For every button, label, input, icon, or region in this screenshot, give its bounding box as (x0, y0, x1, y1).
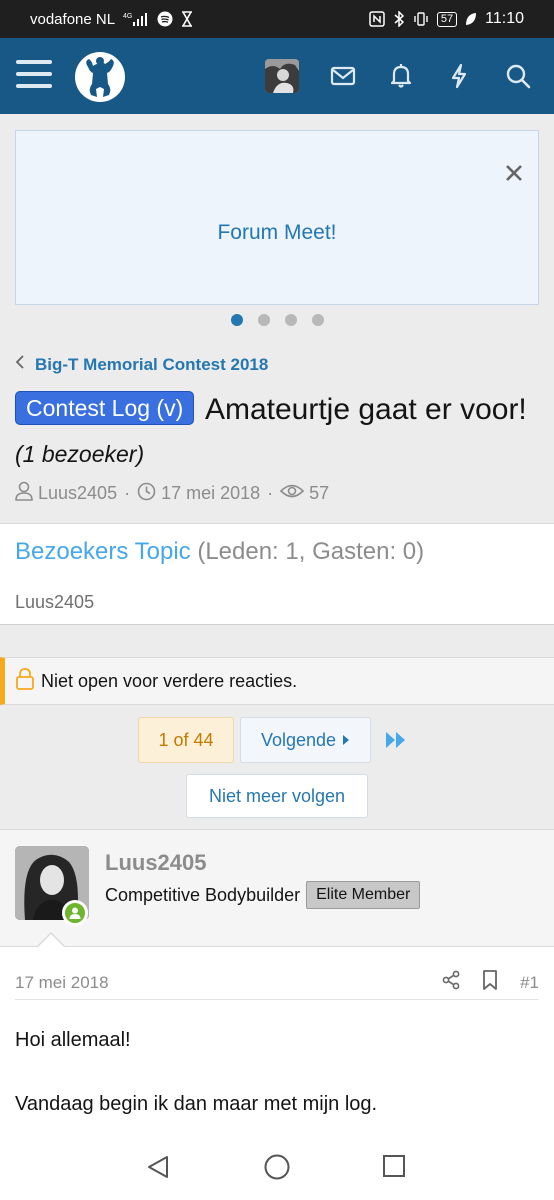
visitor-user[interactable]: Luus2405 (15, 592, 94, 613)
carousel-dot-1[interactable] (230, 314, 243, 326)
system-nav-bar (0, 1134, 554, 1200)
locked-notice: Niet open voor verdere reacties. (0, 657, 554, 705)
breadcrumb: Big-T Memorial Contest 2018 (15, 354, 268, 375)
carousel-dot-4[interactable] (311, 314, 324, 326)
spotify-icon (157, 11, 173, 27)
breadcrumb-link[interactable]: Big-T Memorial Contest 2018 (35, 355, 268, 375)
page-selector[interactable]: 1 of 44 (138, 717, 234, 763)
back-icon[interactable] (145, 1154, 171, 1180)
site-logo[interactable] (74, 51, 126, 103)
envelope-icon[interactable] (326, 59, 360, 93)
nfc-icon (369, 11, 385, 27)
leaf-icon (465, 12, 477, 26)
chevron-left-icon[interactable] (15, 354, 25, 375)
carousel-dots (0, 314, 554, 326)
next-page-button[interactable]: Volgende (240, 717, 371, 763)
bookmark-icon[interactable] (482, 970, 498, 995)
share-icon[interactable] (442, 970, 460, 995)
post-paragraph: Hoi allemaal! (15, 1029, 131, 1051)
visitors-topic-card: Bezoekers Topic (Leden: 1, Gasten: 0) Lu… (0, 523, 554, 625)
thread-author[interactable]: Luus2405 (38, 483, 117, 504)
app-header (0, 38, 554, 114)
carousel-dot-3[interactable] (284, 314, 297, 326)
unfollow-button[interactable]: Niet meer volgen (186, 774, 368, 818)
post-username[interactable]: Luus2405 (105, 850, 207, 876)
eye-icon (280, 483, 305, 504)
post-user-title-row: Competitive Bodybuilder Elite Member (105, 881, 421, 909)
signal-icon: 4G (123, 11, 149, 27)
post-pointer (38, 934, 64, 947)
carousel-dot-2[interactable] (257, 314, 270, 326)
pagination: 1 of 44 Volgende (0, 717, 554, 763)
close-icon[interactable] (504, 163, 524, 183)
notice-banner[interactable]: Forum Meet! (15, 130, 539, 305)
carrier-label: vodafone NL (30, 10, 116, 28)
clock-icon (137, 482, 156, 506)
visitors-topic-link[interactable]: Bezoekers Topic (15, 538, 191, 565)
member-badge: Elite Member (306, 881, 421, 909)
thread-title-text: Amateurtje gaat er voor! (204, 393, 527, 426)
post-user-title: Competitive Bodybuilder (105, 884, 301, 905)
visitors-topic-heading: Bezoekers Topic (Leden: 1, Gasten: 0) (15, 538, 424, 566)
vibrate-icon (413, 11, 429, 27)
post-user-header: Luus2405 Competitive Bodybuilder Elite M… (0, 830, 554, 947)
notice-text[interactable]: Forum Meet! (16, 221, 538, 245)
thread-meta: Luus2405 · 17 mei 2018 · 57 (15, 481, 329, 506)
lock-icon (15, 667, 35, 695)
thread-visitors: (1 bezoeker) (15, 441, 145, 467)
home-icon[interactable] (264, 1154, 290, 1180)
post-paragraph: Vandaag begin ik dan maar met mijn log. (15, 1093, 378, 1115)
thread-title: Contest Log (v) Amateurtje gaat er voor!… (15, 388, 539, 476)
user-avatar[interactable] (265, 59, 299, 93)
bell-icon[interactable] (384, 59, 418, 93)
last-page-icon[interactable] (384, 730, 408, 750)
thread-views: 57 (309, 483, 330, 503)
visitors-topic-counts: (Leden: 1, Gasten: 0) (197, 538, 425, 565)
user-icon (15, 481, 33, 506)
bolt-icon[interactable] (442, 59, 476, 93)
post-body: Hoi allemaal! Vandaag begin ik dan maar … (15, 1024, 539, 1152)
thread-date[interactable]: 17 mei 2018 (161, 483, 260, 504)
online-status-icon (62, 900, 88, 926)
thread-prefix[interactable]: Contest Log (v) (15, 391, 195, 425)
clock-label: 11:10 (485, 10, 524, 27)
hourglass-icon (181, 11, 193, 27)
post-date[interactable]: 17 mei 2018 (15, 973, 109, 993)
post-meta: 17 mei 2018 #1 (15, 966, 539, 1000)
hamburger-icon[interactable] (16, 60, 52, 90)
status-bar: vodafone NL 4G 57 11:10 (0, 0, 554, 38)
next-page-label: Volgende (260, 729, 337, 750)
search-icon[interactable] (501, 59, 535, 93)
page-content: Forum Meet! Big-T Memorial Contest 2018 … (0, 114, 554, 1134)
locked-text: Niet open voor verdere reacties. (41, 670, 298, 691)
recents-icon[interactable] (382, 1154, 408, 1180)
caret-right-icon (342, 730, 350, 751)
post-actions: #1 (442, 970, 539, 995)
post-number[interactable]: #1 (520, 973, 539, 993)
battery-icon: 57 (436, 11, 458, 27)
post: Luus2405 Competitive Bodybuilder Elite M… (0, 829, 554, 1134)
bluetooth-icon (393, 11, 405, 27)
svg-text:4G: 4G (123, 13, 132, 20)
